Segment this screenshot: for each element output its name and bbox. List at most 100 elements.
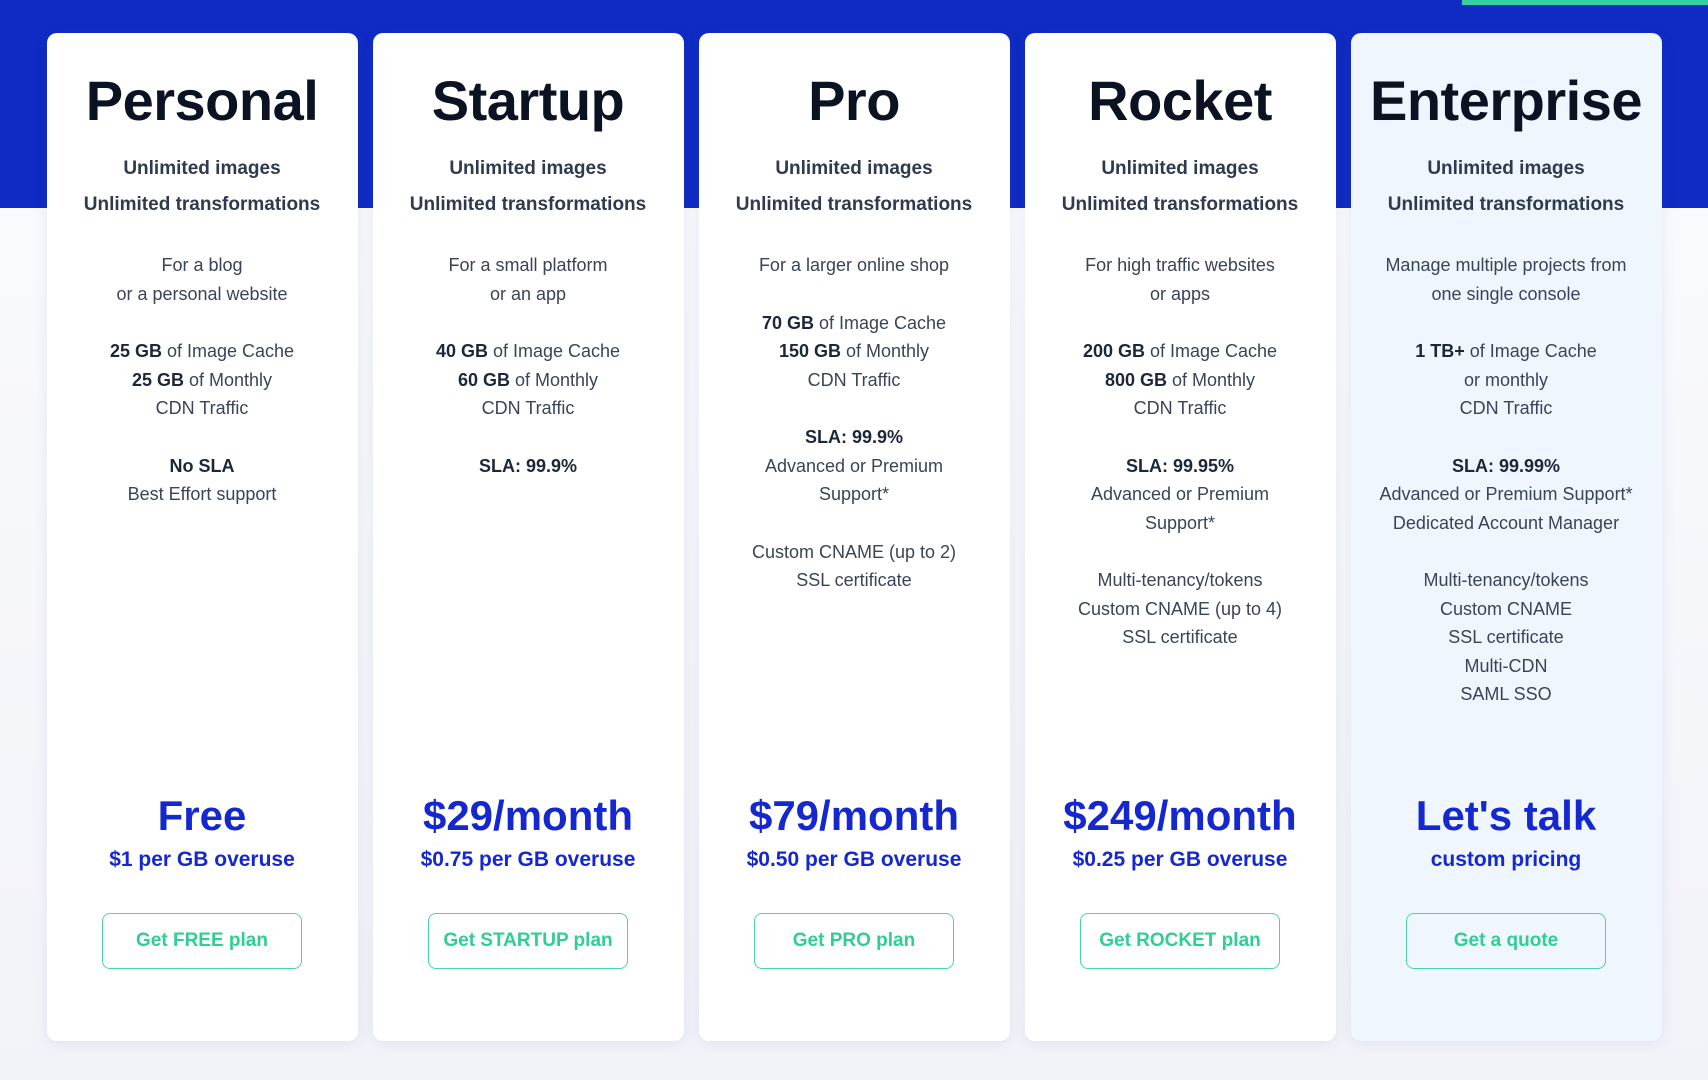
plan-name: Personal	[85, 69, 319, 132]
plan-price: Let's talk	[1415, 791, 1597, 839]
plan-feature-line: CDN Traffic	[1459, 398, 1553, 418]
plan-feature-line: Custom CNAME	[1439, 598, 1573, 619]
plan-feature-line: or a personal website	[116, 283, 288, 304]
plan-headline: Unlimited images Unlimited transformation…	[736, 151, 972, 223]
plan-feature-group: For a larger online shop	[713, 251, 996, 280]
plan-feature-line: Dedicated Account Manager	[1392, 512, 1620, 533]
plan-feature-line: or an app	[489, 283, 567, 304]
plan-feature-line: 40 GB of Image Cache	[435, 341, 621, 361]
plan-feature-line: SLA: 99.99%	[1451, 455, 1561, 476]
plan-feature-line: Advanced or Premium	[1090, 484, 1270, 504]
plan-headline-line: Unlimited images	[1101, 158, 1259, 179]
plan-feature-line: or apps	[1149, 283, 1211, 304]
plan-feature-line: CDN Traffic	[481, 398, 575, 418]
plan-feature-line: For high traffic websites	[1085, 255, 1275, 275]
plan-feature-list: For a small platform or an app 40 GB of Im…	[387, 251, 670, 637]
plan-cta-button[interactable]: Get FREE plan	[102, 913, 302, 969]
plan-headline: Unlimited images Unlimited transformation…	[84, 151, 320, 223]
plan-headline-line: Unlimited transformations	[409, 194, 647, 215]
plan-feature-line: Multi-tenancy/tokens	[1423, 570, 1589, 590]
plan-headline-line: Unlimited images	[775, 158, 933, 179]
plan-feature-line: 25 GB of Monthly	[131, 369, 273, 390]
plan-price: $29/month	[422, 791, 634, 839]
plan-feature-line: SAML SSO	[1460, 684, 1552, 704]
plan-headline-line: Unlimited images	[449, 158, 607, 179]
plan-price-note: custom pricing	[1430, 848, 1582, 871]
plan-feature-line: 25 GB of Image Cache	[109, 341, 295, 361]
plan-feature-line: 1 TB+ of Image Cache	[1415, 341, 1597, 361]
plan-price-block: $29/month $0.75 per GB overuse	[387, 791, 670, 872]
plan-name: Startup	[431, 69, 625, 132]
plan-name: Enterprise	[1370, 69, 1643, 132]
plan-price-note: $0.75 per GB overuse	[420, 848, 636, 871]
plan-feature-line: SSL certificate	[1448, 627, 1564, 647]
plan-feature-group: For high traffic websites or apps	[1039, 251, 1322, 308]
plan-feature-line: CDN Traffic	[155, 398, 249, 418]
plan-feature-line: one single console	[1431, 283, 1581, 304]
plan-feature-line: Advanced or Premium	[764, 455, 944, 476]
plan-price-note: $0.50 per GB overuse	[746, 848, 962, 871]
plan-feature-line: Best Effort support	[127, 484, 277, 504]
plan-card-pro: Pro Unlimited images Unlimited transformat…	[698, 33, 1010, 1041]
plan-feature-group: SLA: 99.99% Advanced or Premium Support* D…	[1365, 452, 1648, 538]
plan-feature-group: For a blog or a personal website	[61, 251, 344, 308]
plan-feature-group: 1 TB+ of Image Cache or monthly CDN Traffi…	[1365, 337, 1648, 423]
plan-feature-line: SSL certificate	[796, 570, 912, 590]
plan-feature-line: SLA: 99.95%	[1125, 455, 1235, 476]
plan-feature-line: 150 GB of Monthly	[778, 341, 930, 361]
plan-card-enterprise: Enterprise Unlimited images Unlimited tran…	[1350, 33, 1662, 1041]
plan-feature-group: For a small platform or an app	[387, 251, 670, 308]
plan-price-block: Free $1 per GB overuse	[61, 793, 344, 872]
plan-headline-line: Unlimited transformations	[1387, 194, 1625, 215]
plan-feature-line: For a larger online shop	[758, 255, 950, 275]
plan-card-personal: Personal Unlimited images Unlimited transf…	[46, 33, 358, 1041]
plan-feature-group: 70 GB of Image Cache 150 GB of Monthly CDN…	[713, 309, 996, 395]
plan-cta-button[interactable]: Get a quote	[1406, 913, 1606, 969]
plan-name: Pro	[808, 69, 900, 132]
plan-headline-line: Unlimited images	[123, 158, 281, 179]
plan-feature-line: Advanced or Premium Support*	[1379, 484, 1633, 504]
plan-feature-list: For high traffic websites or apps 200 GB o…	[1039, 251, 1322, 723]
plan-feature-group: Manage multiple projects from one single …	[1365, 251, 1648, 308]
plan-feature-group: No SLA Best Effort support	[61, 452, 344, 509]
plan-feature-line: 200 GB of Image Cache	[1082, 341, 1278, 361]
plan-feature-line: 70 GB of Image Cache	[761, 312, 947, 333]
plan-feature-group: SLA: 99.95% Advanced or Premium Support*	[1039, 452, 1322, 538]
plan-feature-line: or monthly	[1463, 369, 1549, 390]
plan-headline: Unlimited images Unlimited transformation…	[410, 151, 646, 223]
plan-price-block: Let's talk custom pricing	[1365, 791, 1648, 872]
plan-feature-group: 200 GB of Image Cache 800 GB of Monthly CD…	[1039, 337, 1322, 423]
plan-headline-line: Unlimited transformations	[1061, 194, 1299, 215]
plan-headline-line: Unlimited transformations	[83, 194, 321, 215]
plan-headline: Unlimited images Unlimited transformation…	[1388, 151, 1624, 223]
plan-price-note: $1 per GB overuse	[109, 848, 295, 871]
plan-feature-line: 60 GB of Monthly	[457, 369, 599, 390]
plan-card-rocket: Rocket Unlimited images Unlimited transfor…	[1024, 33, 1336, 1041]
plan-headline-line: Unlimited images	[1427, 158, 1585, 179]
plan-cta-button[interactable]: Get STARTUP plan	[428, 913, 628, 969]
plan-feature-line: Support*	[1144, 512, 1216, 533]
plan-price-block: $249/month $0.25 per GB overuse	[1039, 793, 1322, 872]
plan-feature-group: Multi-tenancy/tokens Custom CNAME (up to …	[1039, 566, 1322, 652]
plan-feature-group: 25 GB of Image Cache 25 GB of Monthly CDN …	[61, 337, 344, 423]
plan-feature-line: For a blog	[161, 255, 243, 275]
plan-feature-group: 40 GB of Image Cache 60 GB of Monthly CDN …	[387, 337, 670, 423]
plan-feature-line: Support*	[818, 484, 890, 504]
plan-cta-button[interactable]: Get ROCKET plan	[1080, 913, 1280, 969]
plan-feature-line: For a small platform	[448, 255, 608, 275]
plan-feature-line: Multi-CDN	[1464, 655, 1548, 676]
plan-feature-line: SSL certificate	[1122, 627, 1238, 647]
plan-feature-line: No SLA	[169, 455, 235, 476]
plan-cta-button[interactable]: Get PRO plan	[754, 913, 954, 969]
pricing-plans-grid: Personal Unlimited images Unlimited transf…	[0, 0, 1708, 1080]
plan-feature-list: For a blog or a personal website 25 GB of …	[61, 251, 344, 651]
plan-price: $79/month	[748, 791, 960, 839]
plan-feature-list: For a larger online shop 70 GB of Image C…	[713, 251, 996, 694]
plan-feature-list: Manage multiple projects from one single …	[1365, 251, 1648, 751]
plan-feature-group: SLA: 99.9% Advanced or Premium Support*	[713, 423, 996, 509]
plan-feature-group: SLA: 99.9%	[387, 452, 670, 481]
plan-price-note: $0.25 per GB overuse	[1072, 848, 1288, 871]
plan-card-startup: Startup Unlimited images Unlimited transfo…	[372, 33, 684, 1041]
plan-headline: Unlimited images Unlimited transformation…	[1062, 151, 1298, 223]
plan-feature-group: Multi-tenancy/tokens Custom CNAME SSL cert…	[1365, 566, 1648, 709]
